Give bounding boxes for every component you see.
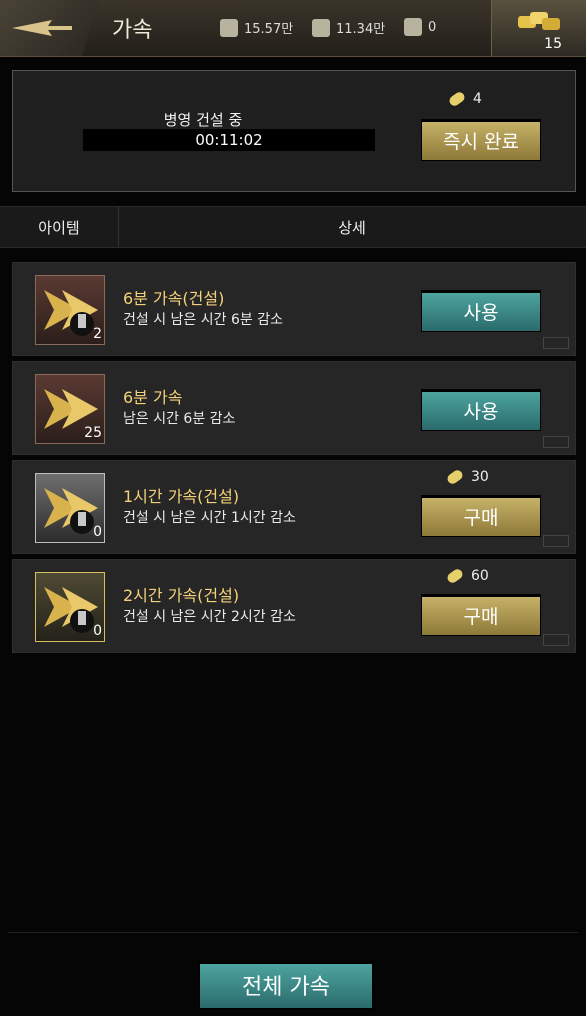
item-count: 0 (93, 623, 102, 639)
item-icon: 2 (35, 275, 105, 345)
item-title: 1시간 가속(건설) (123, 487, 240, 506)
tabs: 아이템 상세 (0, 206, 586, 248)
gold-count: 15 (544, 36, 562, 52)
gold-pill-icon (445, 567, 465, 585)
row-corner-mark (543, 634, 569, 646)
timer-text: 00:11:02 (195, 131, 263, 149)
resource-wood[interactable]: 0 (404, 18, 436, 36)
back-arrow-icon (12, 20, 72, 36)
row-corner-mark (543, 535, 569, 547)
item-count: 2 (93, 326, 102, 342)
item-desc: 건설 시 남은 시간 1시간 감소 (123, 510, 296, 526)
item-icon: 0 (35, 572, 105, 642)
wood-icon (404, 18, 422, 36)
page-title: 가속 (112, 18, 153, 43)
instant-complete-button[interactable]: 즉시 완료 (421, 119, 541, 161)
item-count: 25 (84, 425, 102, 441)
item-desc: 건설 시 남은 시간 2시간 감소 (123, 609, 296, 625)
gold-box[interactable]: 15 (491, 0, 586, 56)
gold-pill-icon (445, 468, 465, 486)
item-icon: 0 (35, 473, 105, 543)
use-button[interactable]: 사용 (421, 389, 541, 431)
item-title: 6분 가속(건설) (123, 289, 225, 308)
row-corner-mark (543, 436, 569, 448)
grain-icon (220, 18, 238, 37)
wood-value: 0 (428, 19, 437, 35)
use-button[interactable]: 사용 (421, 290, 541, 332)
coin-icon (312, 18, 330, 37)
tab-item[interactable]: 아이템 (0, 207, 119, 247)
item-count: 0 (93, 524, 102, 540)
grain-value: 15.57만 (244, 22, 294, 37)
item-desc: 남은 시간 6분 감소 (123, 411, 236, 427)
top-bar: 가속 15.57만 11.34만 0 15 (0, 0, 586, 57)
item-cost-value: 30 (471, 469, 489, 485)
build-panel: 병영 건설 중 00:11:02 4 즉시 완료 (12, 70, 576, 192)
item-desc: 건설 시 남은 시간 6분 감소 (123, 312, 283, 328)
resource-coin[interactable]: 11.34만 (312, 18, 385, 37)
back-button[interactable] (0, 0, 100, 56)
bottom-divider (8, 932, 578, 933)
build-status-label: 병영 건설 중 (163, 111, 243, 129)
gold-pill-icon (447, 90, 467, 108)
item-cost: 60 (445, 567, 489, 585)
buy-button[interactable]: 구매 (421, 495, 541, 537)
item-cost-value: 60 (471, 568, 489, 584)
item-icon: 25 (35, 374, 105, 444)
list-item: 25 6분 가속 남은 시간 6분 감소 사용 (12, 361, 576, 455)
item-title: 2시간 가속(건설) (123, 586, 240, 605)
instant-cost-value: 4 (473, 91, 482, 107)
buy-button[interactable]: 구매 (421, 594, 541, 636)
resource-grain[interactable]: 15.57만 (220, 18, 293, 37)
row-corner-mark (543, 337, 569, 349)
list-item: 2 6분 가속(건설) 건설 시 남은 시간 6분 감소 사용 (12, 262, 576, 356)
gold-bars-icon (518, 12, 560, 30)
coin-value: 11.34만 (336, 22, 386, 37)
item-title: 6분 가속 (123, 388, 183, 407)
instant-cost: 4 (447, 90, 482, 108)
item-cost: 30 (445, 468, 489, 486)
list-item: 0 1시간 가속(건설) 건설 시 남은 시간 1시간 감소 30 구매 (12, 460, 576, 554)
tab-detail[interactable]: 상세 (118, 207, 586, 247)
speed-all-button[interactable]: 전체 가속 (199, 961, 373, 1009)
list-item: 0 2시간 가속(건설) 건설 시 남은 시간 2시간 감소 60 구매 (12, 559, 576, 653)
